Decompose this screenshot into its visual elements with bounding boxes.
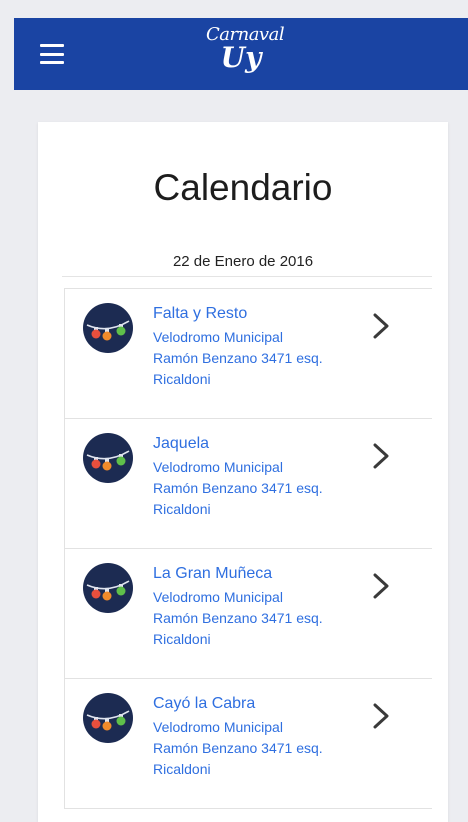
chevron-right-icon[interactable] xyxy=(370,701,392,731)
chevron-right-icon[interactable] xyxy=(370,441,392,471)
event-location: Velodromo Municipal xyxy=(153,719,283,735)
event-location: Velodromo Municipal xyxy=(153,459,283,475)
event-name: Falta y Resto xyxy=(153,305,248,322)
festival-lights-icon xyxy=(83,693,133,743)
event-address: Ramón Benzano 3471 esq. Ricaldoni xyxy=(153,480,323,517)
calendar-date: 22 de Enero de 2016 xyxy=(172,253,314,270)
hamburger-menu-icon[interactable] xyxy=(40,44,64,64)
event-item[interactable]: Falta y Resto Velodromo Municipal Ramón … xyxy=(64,289,432,419)
event-location: Velodromo Municipal xyxy=(153,329,283,345)
event-details: Falta y Resto Velodromo Municipal Ramón … xyxy=(153,303,383,390)
event-details: La Gran Muñeca Velodromo Municipal Ramón… xyxy=(153,563,383,650)
event-item[interactable]: Jaquela Velodromo Municipal Ramón Benzan… xyxy=(64,419,432,549)
chevron-right-icon[interactable] xyxy=(370,571,392,601)
festival-lights-icon xyxy=(83,433,133,483)
event-location: Velodromo Municipal xyxy=(153,589,283,605)
festival-lights-icon xyxy=(83,563,133,613)
event-address: Ramón Benzano 3471 esq. Ricaldoni xyxy=(153,740,323,777)
top-app-bar: Carnaval Uy xyxy=(14,18,468,90)
event-details: Cayó la Cabra Velodromo Municipal Ramón … xyxy=(153,693,383,780)
menu-line xyxy=(40,44,64,47)
event-address: Ramón Benzano 3471 esq. Ricaldoni xyxy=(153,610,323,647)
menu-line xyxy=(40,52,64,56)
carnaval-uy-logo[interactable]: Carnaval Uy xyxy=(206,24,285,84)
event-details: Jaquela Velodromo Municipal Ramón Benzan… xyxy=(153,433,383,520)
event-item[interactable]: Cayó la Cabra Velodromo Municipal Ramón … xyxy=(64,679,432,809)
page-title: Calendario xyxy=(153,167,333,208)
event-list: Falta y Resto Velodromo Municipal Ramón … xyxy=(64,288,432,809)
date-divider xyxy=(62,276,432,277)
event-address: Ramón Benzano 3471 esq. Ricaldoni xyxy=(153,350,323,387)
calendar-card: Calendario 22 de Enero de 2016 Falta y R… xyxy=(38,122,448,822)
chevron-right-icon[interactable] xyxy=(370,311,392,341)
event-name: La Gran Muñeca xyxy=(153,565,273,582)
menu-line xyxy=(40,61,64,64)
festival-lights-icon xyxy=(83,303,133,353)
event-name: Cayó la Cabra xyxy=(153,695,256,712)
event-name: Jaquela xyxy=(153,435,210,452)
event-item[interactable]: La Gran Muñeca Velodromo Municipal Ramón… xyxy=(64,549,432,679)
logo-line-2: Uy xyxy=(220,41,262,74)
